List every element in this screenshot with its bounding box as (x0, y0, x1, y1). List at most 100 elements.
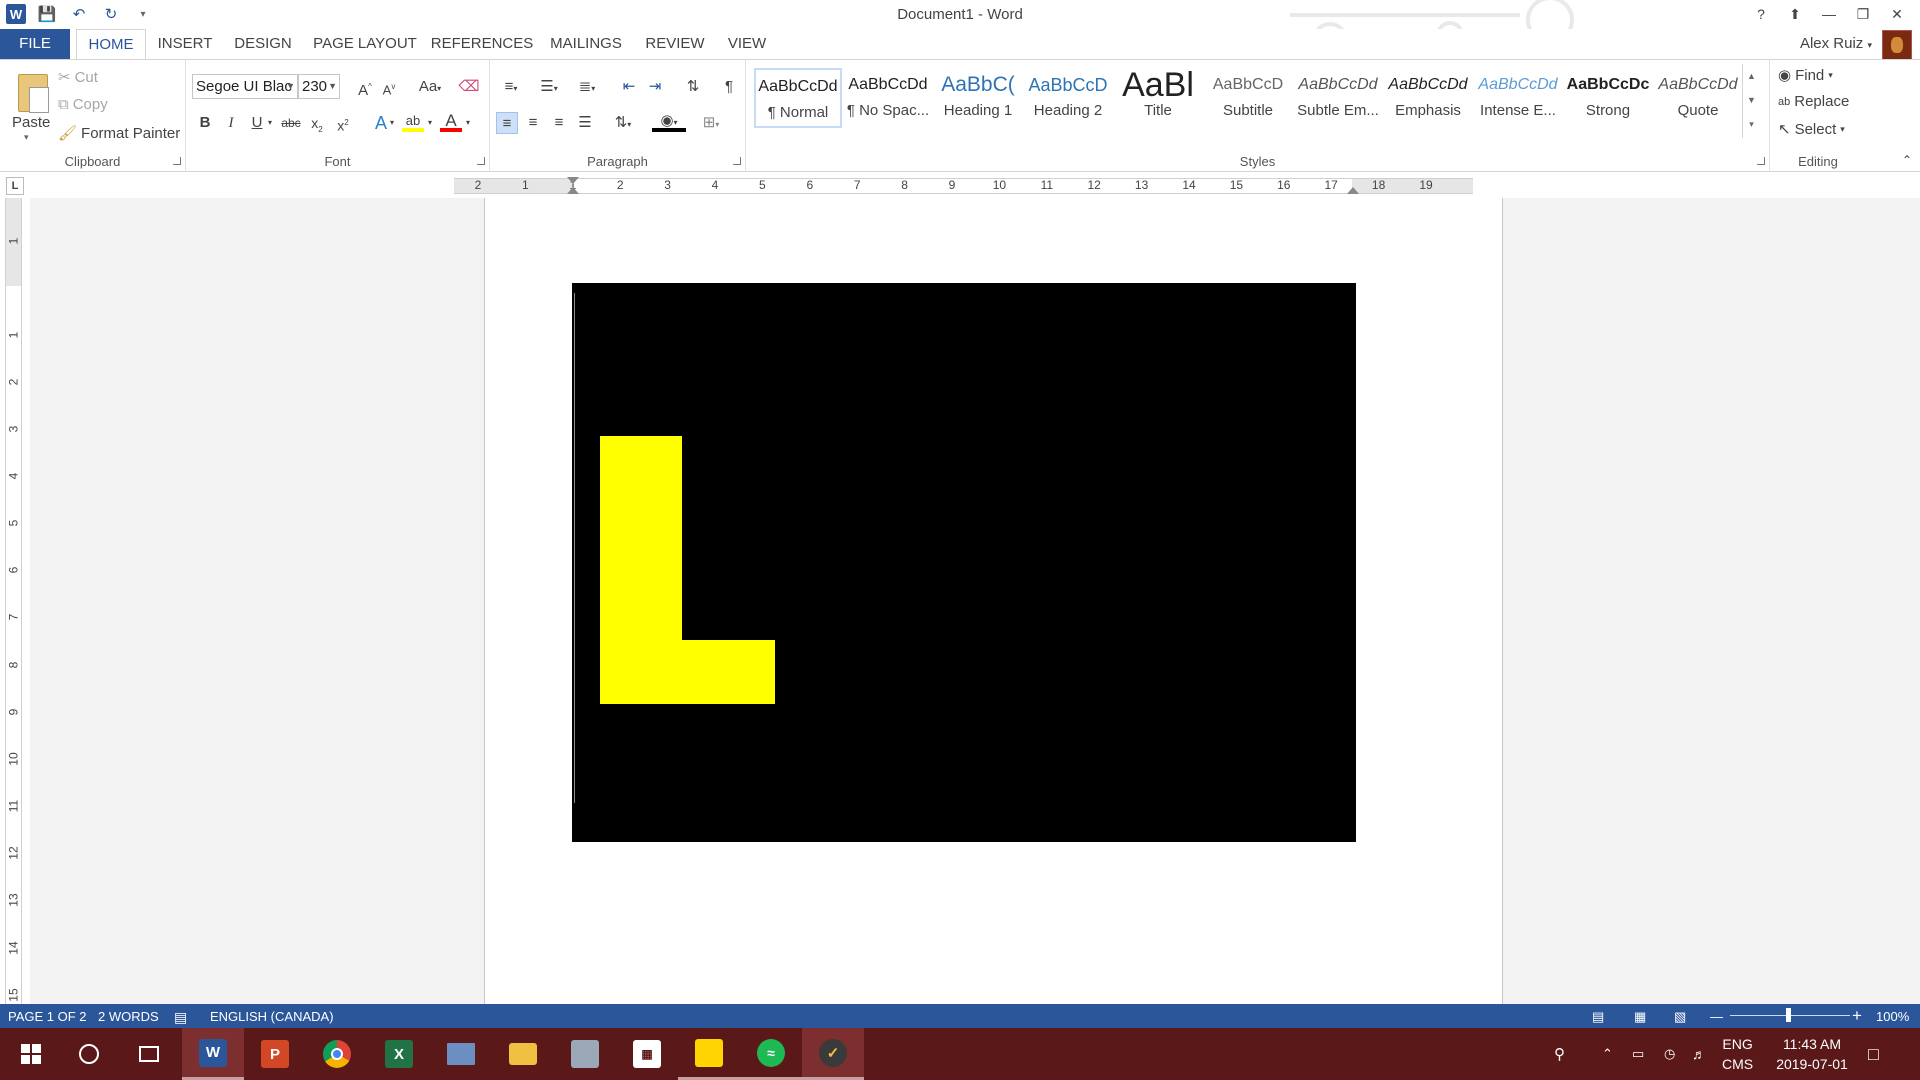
bullets-icon[interactable]: ≡▾ (496, 76, 526, 98)
strikethrough-icon[interactable]: abc (280, 112, 302, 134)
collapse-ribbon-icon[interactable]: ⌃ (1902, 153, 1912, 167)
start-button[interactable] (0, 1028, 62, 1080)
style-quote[interactable]: AaBbCcDd Quote (1654, 68, 1742, 128)
style-title[interactable]: AaBl Title (1114, 68, 1202, 128)
taskbar-word[interactable]: W (182, 1028, 244, 1080)
italic-icon[interactable]: I (220, 112, 242, 134)
input-language[interactable]: ENG CMS (1722, 1028, 1753, 1080)
word-count[interactable]: 2 WORDS (98, 1009, 159, 1024)
style-emphasis[interactable]: AaBbCcDd Emphasis (1384, 68, 1472, 128)
notifications-icon[interactable]: □ (1868, 1028, 1879, 1080)
search-cortana-button[interactable] (58, 1028, 120, 1080)
line-spacing-icon[interactable]: ⇅▾ (608, 112, 638, 134)
minimize-icon[interactable]: — (1814, 2, 1844, 26)
numbering-icon[interactable]: ☰▾ (534, 76, 564, 98)
right-indent-marker-icon[interactable] (1347, 187, 1359, 194)
font-color-icon[interactable]: A (440, 110, 462, 132)
task-view-button[interactable] (118, 1028, 180, 1080)
help-button[interactable]: ? (1746, 2, 1776, 26)
copy-button[interactable]: ⧉ Copy (58, 96, 108, 113)
shrink-font-icon[interactable]: Av (378, 76, 400, 98)
clipboard-dialog-launcher[interactable] (173, 157, 181, 165)
taskbar-spotify[interactable]: ≈ (740, 1028, 802, 1080)
read-mode-icon[interactable]: ▤ (1592, 1009, 1604, 1025)
tab-home[interactable]: HOME (76, 29, 146, 60)
bold-icon[interactable]: B (194, 112, 216, 134)
web-layout-icon[interactable]: ▧ (1674, 1009, 1686, 1025)
find-button[interactable]: ◉ Find ▾ (1778, 66, 1833, 85)
volume-icon[interactable]: ♬ (1692, 1028, 1706, 1080)
paragraph-dialog-launcher[interactable] (733, 157, 741, 165)
zoom-slider-thumb[interactable] (1786, 1008, 1791, 1022)
font-name-combo[interactable]: Segoe UI Blac ▼ (192, 74, 298, 99)
tab-file[interactable]: FILE (0, 29, 70, 59)
zoom-level[interactable]: 100% (1876, 1009, 1909, 1024)
font-size-combo[interactable]: 230 ▼ (298, 74, 340, 99)
taskbar-sticky-notes[interactable] (678, 1028, 740, 1080)
proofing-icon[interactable]: ▤ (174, 1009, 187, 1026)
ribbon-display-options-icon[interactable]: ⬆ (1780, 2, 1810, 26)
borders-icon[interactable]: ⊞▾ (694, 112, 728, 134)
font-color-dropdown-icon[interactable]: ▾ (462, 112, 474, 134)
taskbar-app[interactable] (554, 1028, 616, 1080)
user-account[interactable]: Alex Ruiz ▾ (1800, 35, 1872, 52)
taskbar-store[interactable]: ▦ (616, 1028, 678, 1080)
sort-icon[interactable]: ⇅ (682, 76, 704, 98)
wifi-icon[interactable]: ◷ (1664, 1028, 1675, 1080)
highlight-icon[interactable]: ab (402, 110, 424, 132)
decrease-indent-icon[interactable]: ⇤ (618, 76, 640, 98)
hanging-indent-marker-icon[interactable] (567, 187, 579, 194)
cut-button[interactable]: ✂ Cut (58, 68, 98, 87)
tab-design[interactable]: DESIGN (228, 29, 298, 59)
chevron-up-icon[interactable]: ▲ (1743, 64, 1760, 88)
battery-icon[interactable]: ▭ (1632, 1028, 1644, 1080)
chevron-down-icon[interactable]: ▼ (1743, 88, 1760, 112)
superscript-icon[interactable]: x2 (332, 112, 354, 134)
style-heading-1[interactable]: AaBbC(Heading 1 (934, 68, 1022, 128)
tab-mailings[interactable]: MAILINGS (544, 29, 628, 59)
tab-review[interactable]: REVIEW (638, 29, 712, 59)
replace-button[interactable]: ab Replace (1778, 93, 1849, 110)
zoom-in-icon[interactable]: + (1852, 1006, 1862, 1026)
styles-dialog-launcher[interactable] (1757, 157, 1765, 165)
zoom-slider[interactable] (1730, 1008, 1850, 1022)
font-dialog-launcher[interactable] (477, 157, 485, 165)
style-heading-2[interactable]: AaBbCcD Heading 2 (1024, 68, 1112, 128)
justify-icon[interactable]: ☰ (574, 112, 596, 134)
zoom-out-icon[interactable]: — (1710, 1009, 1723, 1024)
tab-view[interactable]: VIEW (722, 29, 772, 59)
taskbar-remote-desktop[interactable] (430, 1028, 492, 1080)
taskbar-file-explorer[interactable] (492, 1028, 554, 1080)
shading-icon[interactable]: ◉▾ (652, 110, 686, 132)
show-formatting-marks-icon[interactable]: ¶ (718, 76, 740, 98)
align-center-icon[interactable]: ≡ (522, 112, 544, 134)
taskbar-powerpoint[interactable]: P (244, 1028, 306, 1080)
left-indent-marker-icon[interactable] (567, 177, 579, 184)
grow-font-icon[interactable]: A^ (354, 76, 376, 99)
print-layout-icon[interactable]: ▦ (1634, 1009, 1646, 1025)
style-no-spacing[interactable]: AaBbCcDd ¶ No Spac... (844, 68, 932, 128)
style-normal[interactable]: AaBbCcDd ¶ Normal (754, 68, 842, 128)
style-intense-emphasis[interactable]: AaBbCcDd Intense E... (1474, 68, 1562, 128)
highlight-dropdown-icon[interactable]: ▾ (424, 112, 436, 134)
align-right-icon[interactable]: ≡ (548, 112, 570, 134)
page-count[interactable]: PAGE 1 OF 2 (8, 1009, 87, 1024)
vertical-ruler[interactable]: 1 1 2 3 4 5 6 7 8 9 10 11 12 13 14 15 (0, 198, 30, 1004)
clock[interactable]: 11:43 AM 2019-07-01 (1770, 1028, 1854, 1080)
increase-indent-icon[interactable]: ⇥ (644, 76, 666, 98)
show-hidden-icons[interactable]: ⌃ (1602, 1028, 1613, 1080)
paste-button[interactable]: Paste ▾ (4, 64, 56, 150)
tab-page-layout[interactable]: PAGE LAYOUT (310, 29, 420, 59)
black-shape[interactable] (572, 283, 1356, 842)
text-effects-dropdown-icon[interactable]: ▾ (386, 112, 398, 134)
taskbar-tasks[interactable]: ✓ (802, 1028, 864, 1080)
tab-references[interactable]: REFERENCES (430, 29, 534, 59)
subscript-icon[interactable]: x2 (306, 112, 328, 134)
styles-gallery-scroll[interactable]: ▲ ▼ ▾ (1742, 64, 1760, 138)
close-icon[interactable]: ✕ (1882, 2, 1912, 26)
style-subtle-emphasis[interactable]: AaBbCcDd Subtle Em... (1294, 68, 1382, 128)
people-icon[interactable]: ⚲ (1554, 1028, 1565, 1080)
taskbar-chrome[interactable] (306, 1028, 368, 1080)
tab-selector[interactable]: L (6, 177, 24, 195)
language-status[interactable]: ENGLISH (CANADA) (210, 1009, 334, 1024)
